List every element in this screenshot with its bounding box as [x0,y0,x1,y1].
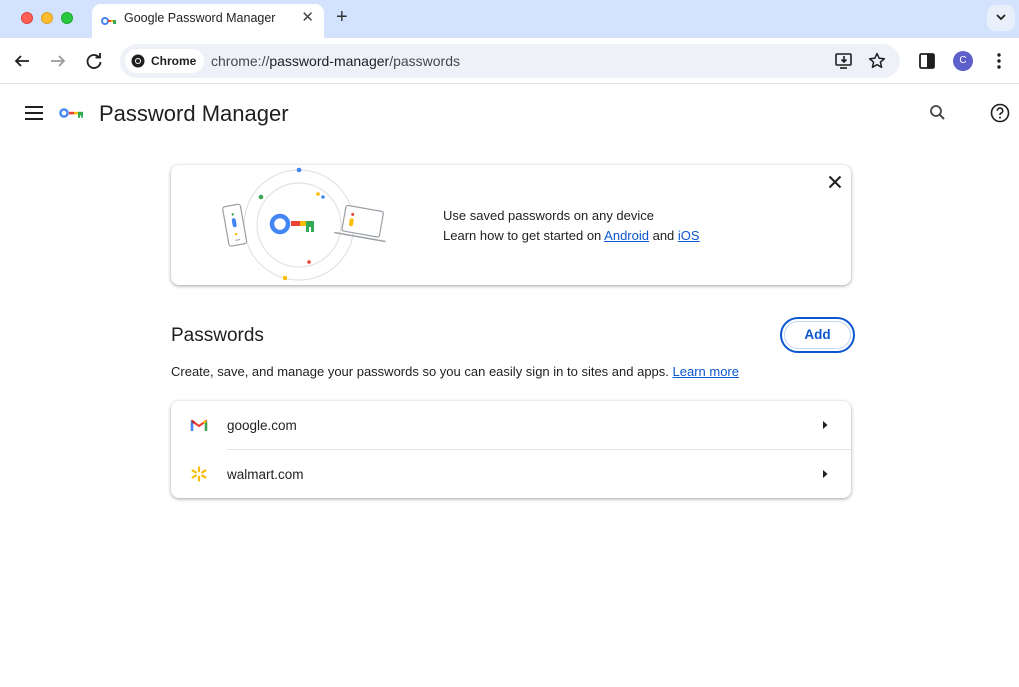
browser-toolbar: Chrome chrome://password-manager/passwor… [0,38,1019,84]
password-list: google.com walmart.com [171,401,851,498]
password-key-icon [101,17,116,25]
promo-subtext-prefix: Learn how to get started on [443,228,605,243]
profile-avatar[interactable]: C [953,51,973,71]
gmail-icon [190,419,208,431]
walmart-spark-icon [191,466,207,482]
promo-subtext-and: and [648,228,678,243]
hamburger-menu-icon[interactable] [24,104,44,122]
url-path: /passwords [389,53,461,69]
password-manager-logo [59,108,83,118]
help-icon[interactable] [989,102,1011,124]
address-bar[interactable]: Chrome chrome://password-manager/passwor… [120,44,900,78]
tab-search-button[interactable] [987,5,1015,31]
devices-illustration [222,167,386,281]
page-title: Password Manager [99,101,289,126]
add-password-button[interactable]: Add [780,317,855,353]
reload-icon[interactable] [82,49,106,73]
site-info-chip[interactable]: Chrome [125,49,205,73]
site-name: walmart.com [227,467,304,482]
forward-arrow-icon[interactable] [46,49,70,73]
chip-label: Chrome [151,54,197,68]
tab-title: Google Password Manager [124,11,276,25]
caret-right-icon [823,421,828,429]
minimize-window-button[interactable] [41,12,53,24]
url-scheme: chrome:// [211,53,270,69]
chrome-logo-icon [131,54,145,68]
list-item[interactable]: walmart.com [171,450,851,498]
passwords-description: Create, save, and manage your passwords … [171,364,739,380]
page-header: Password Manager [0,85,1019,141]
passwords-description-text: Create, save, and manage your passwords … [171,364,673,379]
site-name: google.com [227,418,297,433]
close-icon[interactable] [826,173,844,191]
url-text[interactable]: chrome://password-manager/passwords [211,53,460,69]
new-tab-button[interactable]: + [336,7,348,27]
caret-right-icon [823,470,828,478]
search-icon[interactable] [927,102,949,124]
side-panel-icon[interactable] [915,49,939,73]
tab-close-icon[interactable]: ✕ [301,10,314,25]
promo-subtext: Learn how to get started on Android and … [443,228,700,244]
more-menu-icon[interactable] [987,49,1011,73]
promo-heading: Use saved passwords on any device [443,208,655,223]
android-link[interactable]: Android [604,228,649,243]
tab-google-password-manager[interactable]: Google Password Manager ✕ [92,4,324,38]
install-app-icon[interactable] [834,51,854,71]
bookmark-star-icon[interactable] [867,51,887,71]
device-promo-card: Use saved passwords on any device Learn … [171,165,851,285]
tab-strip: Google Password Manager ✕ + [0,0,1019,38]
url-host: password-manager [269,53,390,69]
list-item[interactable]: google.com [171,401,851,449]
learn-more-link[interactable]: Learn more [673,364,739,379]
zoom-window-button[interactable] [61,12,73,24]
chevron-down-icon [996,14,1006,21]
ios-link[interactable]: iOS [678,228,700,243]
close-window-button[interactable] [21,12,33,24]
passwords-section-title: Passwords [171,325,264,346]
back-arrow-icon[interactable] [10,49,34,73]
